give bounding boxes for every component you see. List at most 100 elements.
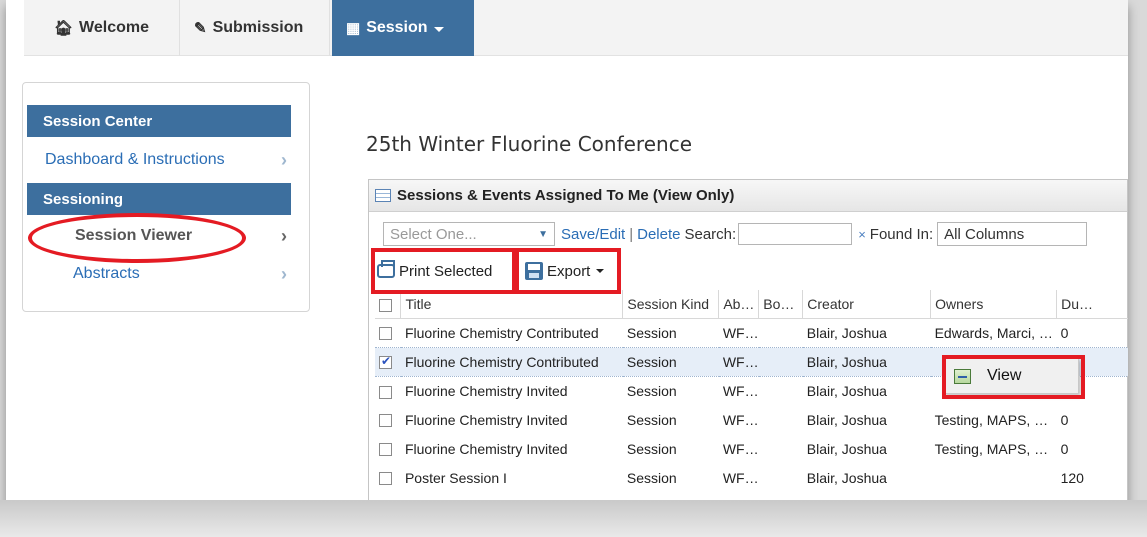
column-header[interactable]: Bo… [758,290,804,319]
table-header-row: Title Session Kind Ab… Bo… Creator Owner… [375,290,1128,319]
search-input[interactable] [738,223,853,245]
row-select-cell [375,434,401,463]
tab-welcome[interactable]: 🏠︎ Welcome [40,0,180,56]
highlight-box-view [942,355,1085,399]
sidebar: Session Center Dashboard & Instructions … [22,82,310,312]
grid-title: Sessions & Events Assigned To Me (View O… [397,187,735,204]
sessions-grid: Sessions & Events Assigned To Me (View O… [368,179,1128,509]
table-cell: Session [626,469,677,486]
table-cell: Edwards, Marci, … [934,324,1053,341]
table-cell [759,463,803,492]
table-cell: WF… [718,346,759,377]
table-cell: Blair, Joshua [806,324,887,341]
row-checkbox[interactable] [379,385,392,399]
column-header[interactable]: Owners [930,290,1058,319]
table-cell [758,346,803,377]
calendar-icon: ▦ [346,20,361,37]
select-all-checkbox[interactable] [379,298,392,312]
table-cell: WF… [722,382,759,399]
table-cell: Session [626,324,677,341]
search-label: Search: [684,225,737,243]
table-cell [759,318,803,347]
page-title: 25th Winter Fluorine Conference [366,132,692,156]
top-nav: 🏠︎ Welcome ✎ Submission ▦ Session [6,0,1128,56]
select-placeholder: Select One... [390,225,477,243]
tab-submission-label: Submission [212,19,304,36]
table-cell: Blair, Joshua [806,382,887,399]
found-in-label: Found In: [869,225,934,243]
row-select-cell [375,346,401,377]
table-cell: Fluorine Chemistry Contributed [404,324,599,341]
table-cell [759,376,803,405]
saved-view-select[interactable]: Select One... ▼ [383,222,555,246]
table-cell: Testing, MAPS, … [934,411,1049,428]
table-cell: 0 [1060,411,1069,428]
sidebar-item-label: Dashboard & Instructions [45,151,225,168]
table-cell: Session [622,346,719,377]
column-header[interactable]: Session Kind [622,290,720,319]
table-icon [375,189,391,202]
highlight-box-print [371,248,516,294]
sidebar-heading-session-center: Session Center [27,105,291,137]
pencil-icon: ✎ [194,20,207,37]
column-header[interactable]: Title [400,290,624,319]
tab-welcome-label: Welcome [79,19,149,36]
table-row[interactable]: Poster Session I Session WF… Blair, Joshua 1… [375,463,1128,492]
column-header[interactable]: Ab… [718,290,760,319]
table-cell [931,463,1057,492]
chevron-down-icon [433,26,444,32]
table-cell: Blair, Joshua [806,411,887,428]
table-cell: Session [626,411,677,428]
row-checkbox[interactable] [379,354,392,370]
table-row[interactable]: Fluorine Chemistry Invited Session WF… Blai… [375,434,1128,463]
home-icon: 🏠︎ [54,20,74,37]
highlight-ellipse [28,213,246,263]
row-select-cell [375,318,401,347]
column-header[interactable]: Du… [1056,290,1128,319]
sidebar-item-label: Abstracts [73,265,140,282]
row-select-cell [375,376,401,405]
link-separator: | [629,225,634,243]
row-checkbox[interactable] [379,472,392,486]
grid-header: Sessions & Events Assigned To Me (View O… [369,180,1127,212]
table-row[interactable]: Fluorine Chemistry Invited Session WF… Blai… [375,405,1128,434]
table-cell: WF… [722,411,759,428]
chevron-right-icon: › [281,263,287,284]
tab-submission[interactable]: ✎ Submission [180,0,330,56]
select-all-cell [375,290,402,319]
table-cell: Blair, Joshua [806,469,887,486]
row-checkbox[interactable] [379,327,392,341]
sidebar-item-dashboard[interactable]: Dashboard & Instructions › [27,145,291,175]
table-cell: Testing, MAPS, … [934,440,1049,457]
delete-link[interactable]: Delete [637,226,680,243]
tab-session-label: Session [366,19,428,36]
table-cell: Session [626,382,677,399]
sidebar-item-abstracts[interactable]: Abstracts › [27,259,291,289]
table-cell [759,434,803,463]
row-checkbox[interactable] [379,443,392,457]
table-cell: 0 [1060,324,1069,341]
found-in-select[interactable]: All Columns [937,222,1088,246]
table-cell: WF… [722,469,759,486]
table-cell: Fluorine Chemistry Invited [404,440,568,457]
table-cell: Blair, Joshua [802,346,931,377]
table-row[interactable]: Fluorine Chemistry Contributed Session WF…… [375,318,1128,347]
sidebar-heading-sessioning: Sessioning [27,183,291,215]
chevron-right-icon: › [281,225,287,246]
table-cell: Fluorine Chemistry Invited [404,411,568,428]
row-select-cell [375,405,401,434]
tab-session[interactable]: ▦ Session [332,0,474,56]
table-cell: WF… [722,440,759,457]
screenshot-frame: 🏠︎ Welcome ✎ Submission ▦ Session Sessio… [6,0,1128,515]
chevron-down-icon: ▼ [538,228,548,240]
save-edit-link[interactable]: Save/Edit [561,226,625,243]
highlight-box-export [515,248,621,294]
column-header[interactable]: Creator [802,290,932,319]
found-in-value: All Columns [944,225,1025,243]
clear-icon[interactable]: × [858,227,866,242]
table-cell: 120 [1060,469,1084,486]
table-cell: Session [626,440,677,457]
table-cell: Fluorine Chemistry Invited [404,382,568,399]
grid-toolbar: Select One... ▼ Save/Edit | Delete Searc… [375,221,1128,247]
row-checkbox[interactable] [379,414,392,428]
